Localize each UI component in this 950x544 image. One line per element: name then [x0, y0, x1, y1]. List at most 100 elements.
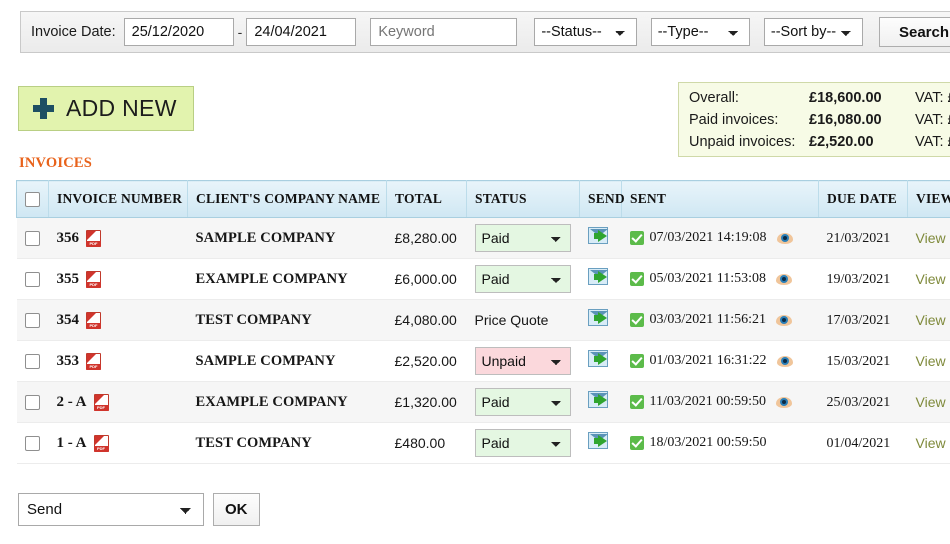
row-send-cell — [579, 422, 622, 464]
row-invoice-number: 354 — [56, 311, 80, 328]
preview-eye-icon[interactable] — [776, 273, 793, 285]
row-select-cell — [16, 258, 49, 300]
sent-check-icon — [629, 313, 644, 327]
send-email-icon[interactable] — [587, 227, 616, 246]
row-checkbox[interactable] — [24, 395, 40, 411]
header-status[interactable]: STATUS — [466, 180, 580, 218]
send-email-icon[interactable] — [587, 391, 616, 410]
header-sent[interactable]: SENT — [621, 180, 819, 218]
row-invoice-number: 2 - A — [56, 393, 87, 410]
invoice-list-page: Invoice Date: - --Status-- --Type-- --So… — [0, 0, 950, 544]
row-status-cell: Paid — [466, 258, 580, 300]
date-to-input[interactable] — [246, 18, 357, 46]
pdf-icon[interactable]: PDF — [86, 270, 101, 288]
totals-summary-box: Overall: £18,600.00 VAT: £ Paid invoices… — [678, 82, 950, 157]
header-due-date[interactable]: DUE DATE — [818, 180, 908, 218]
pdf-icon[interactable]: PDF — [86, 311, 101, 329]
sent-check-icon — [629, 354, 644, 368]
send-email-icon[interactable] — [587, 268, 616, 287]
preview-eye-icon[interactable] — [776, 355, 793, 367]
row-sent-date: 03/03/2021 11:56:21 — [649, 312, 767, 327]
row-total-cell: £8,280.00 — [386, 217, 467, 259]
select-all-checkbox[interactable] — [25, 192, 40, 208]
row-invoice-number: 356 — [56, 229, 80, 246]
row-due-date-cell: 17/03/2021 — [818, 299, 908, 341]
row-company-name: SAMPLE COMPANY — [195, 230, 336, 246]
row-view-link[interactable]: View — [916, 394, 946, 410]
row-sent-date: 11/03/2021 00:59:50 — [649, 394, 767, 409]
ok-button[interactable]: OK — [213, 493, 260, 526]
row-select-cell — [16, 381, 49, 423]
sent-check-icon — [629, 395, 644, 409]
bulk-action-select[interactable]: Send — [18, 493, 204, 526]
add-new-label: ADD NEW — [66, 95, 177, 121]
row-due-date-cell: 21/03/2021 — [818, 217, 908, 259]
totals-row: Overall: £18,600.00 VAT: £ — [689, 90, 950, 112]
row-company-name: TEST COMPANY — [195, 435, 312, 451]
row-sent-date: 07/03/2021 14:19:08 — [649, 230, 767, 245]
table-row: 354 PDF TEST COMPANY £4,080.00 Price Quote 03… — [16, 299, 950, 341]
row-view-cell: View — [907, 422, 950, 464]
row-sent-date: 01/03/2021 16:31:22 — [649, 353, 767, 368]
sent-check-icon — [629, 231, 644, 245]
send-email-icon[interactable] — [587, 432, 616, 451]
table-row: 353 PDF SAMPLE COMPANY £2,520.00 Unpaid 01/03… — [16, 340, 950, 382]
header-invoice-number[interactable]: INVOICE NUMBER — [48, 180, 188, 218]
header-view[interactable]: VIEW — [907, 180, 950, 218]
row-company-cell: TEST COMPANY — [187, 299, 387, 341]
status-filter-select[interactable]: --Status-- — [534, 18, 637, 46]
row-send-cell — [579, 381, 622, 423]
header-total[interactable]: TOTAL — [386, 180, 467, 218]
row-send-cell — [579, 340, 622, 382]
table-row: 2 - A PDF EXAMPLE COMPANY £1,320.00 Paid 11/0… — [16, 381, 950, 423]
row-status-cell: Paid — [466, 422, 580, 464]
date-from-input[interactable] — [123, 18, 234, 46]
row-status-select[interactable]: Paid — [474, 429, 571, 457]
header-company-name[interactable]: CLIENT'S COMPANY NAME — [187, 180, 387, 218]
row-due-date: 01/04/2021 — [826, 436, 891, 451]
row-view-cell: View — [907, 258, 950, 300]
table-row: 355 PDF EXAMPLE COMPANY £6,000.00 Paid 05/03/… — [16, 258, 950, 300]
header-send[interactable]: SEND — [579, 180, 625, 218]
row-view-link[interactable]: View — [916, 353, 946, 369]
row-view-link[interactable]: View — [916, 435, 946, 451]
row-view-link[interactable]: View — [916, 312, 946, 328]
row-total-cell: £2,520.00 — [386, 340, 467, 382]
preview-eye-icon[interactable] — [776, 232, 793, 244]
row-due-date: 21/03/2021 — [826, 231, 891, 246]
row-invoice-number-cell: 354 PDF — [48, 299, 188, 341]
totals-label: Unpaid invoices: — [689, 134, 796, 150]
row-view-cell: View — [907, 340, 950, 382]
row-checkbox[interactable] — [24, 313, 40, 329]
type-filter-select[interactable]: --Type-- — [650, 18, 750, 46]
preview-eye-icon[interactable] — [776, 396, 793, 408]
add-new-button[interactable]: ADD NEW — [18, 86, 194, 131]
row-view-link[interactable]: View — [916, 230, 946, 246]
row-status-select[interactable]: Paid — [474, 388, 571, 416]
row-view-link[interactable]: View — [916, 271, 946, 287]
bulk-action-bar: Send OK — [18, 493, 260, 526]
row-status-select[interactable]: Paid — [474, 224, 571, 252]
row-company-cell: TEST COMPANY — [187, 422, 387, 464]
pdf-icon[interactable]: PDF — [93, 393, 109, 411]
totals-amount: £2,520.00 — [809, 134, 874, 150]
row-status-select[interactable]: Paid — [474, 265, 571, 293]
sort-filter-select[interactable]: --Sort by-- — [763, 18, 863, 46]
row-checkbox[interactable] — [24, 272, 40, 288]
send-email-icon[interactable] — [587, 350, 616, 369]
preview-eye-icon[interactable] — [776, 314, 793, 326]
pdf-icon[interactable]: PDF — [86, 352, 101, 370]
pdf-icon[interactable]: PDF — [86, 229, 101, 247]
send-email-icon[interactable] — [587, 309, 616, 328]
keyword-input[interactable] — [370, 18, 518, 46]
search-button[interactable]: Search — [879, 17, 950, 47]
row-checkbox[interactable] — [24, 354, 40, 370]
row-status-select[interactable]: Unpaid — [474, 347, 571, 375]
row-view-cell: View — [907, 299, 950, 341]
pdf-icon[interactable]: PDF — [93, 434, 109, 452]
row-view-cell: View — [907, 381, 950, 423]
row-due-date: 19/03/2021 — [826, 272, 891, 287]
row-due-date: 17/03/2021 — [826, 313, 891, 328]
row-checkbox[interactable] — [24, 231, 40, 247]
row-checkbox[interactable] — [24, 436, 40, 452]
